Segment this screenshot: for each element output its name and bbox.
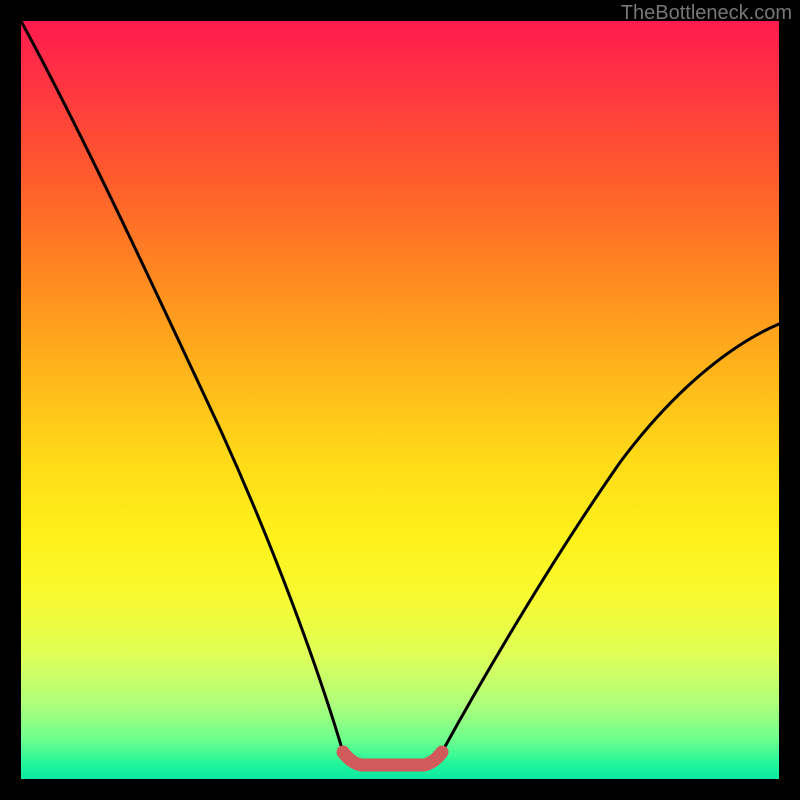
watermark-text: TheBottleneck.com	[621, 2, 792, 25]
valley-highlight	[343, 752, 442, 765]
right-curve	[442, 324, 779, 752]
chart-lines	[21, 21, 779, 779]
left-curve	[21, 21, 343, 752]
chart-frame: TheBottleneck.com	[0, 0, 800, 800]
